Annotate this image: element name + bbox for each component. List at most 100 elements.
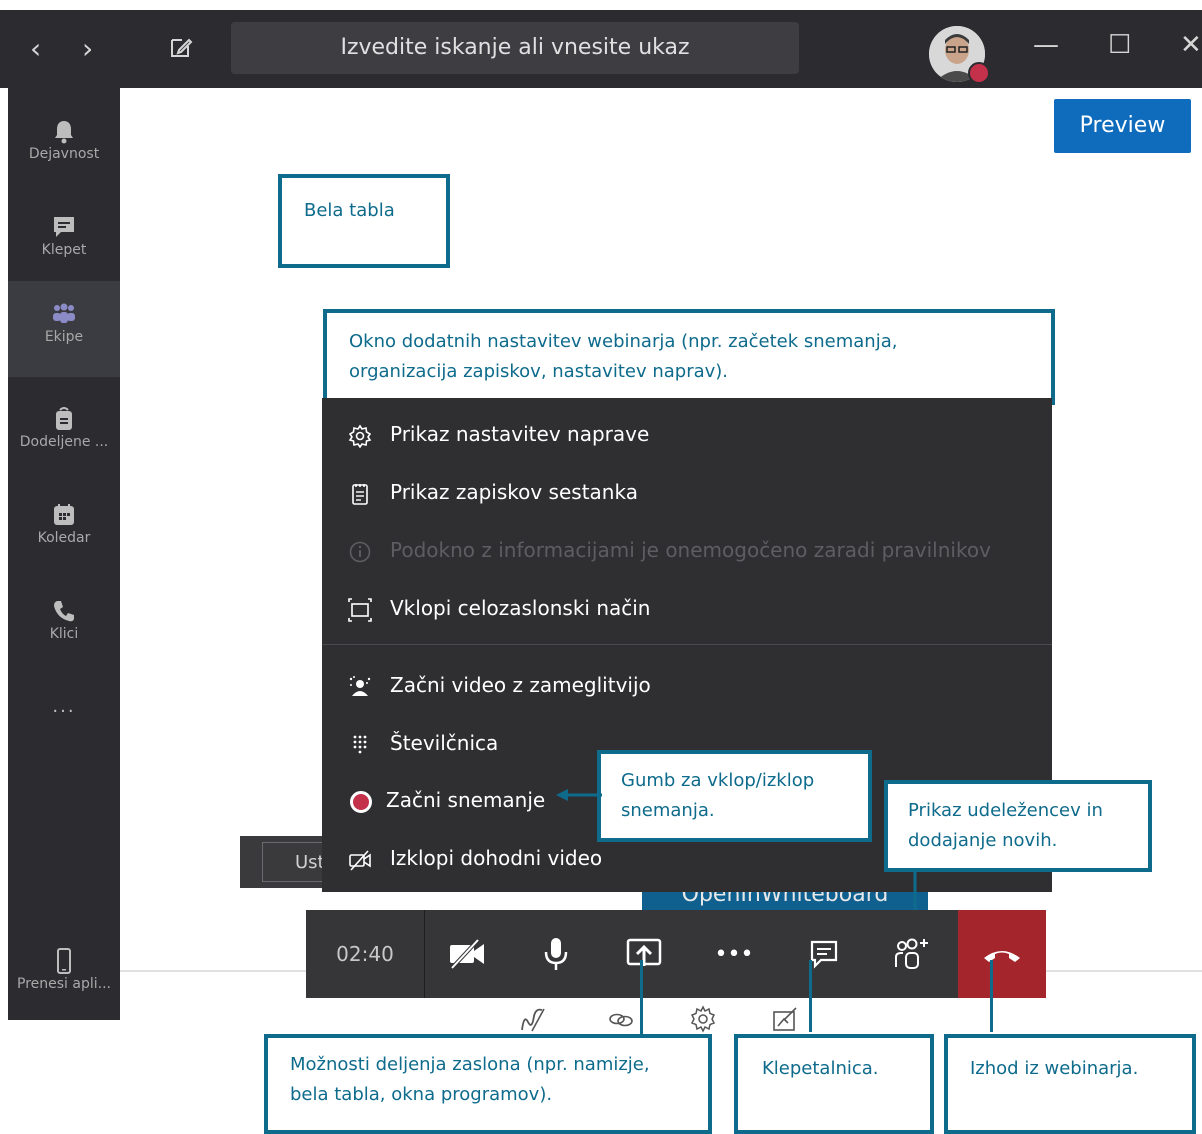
- callout-text: Gumb za vklop/izklop: [621, 770, 815, 791]
- connector-leave: [990, 960, 993, 1032]
- callout-arrow-record: [556, 789, 602, 801]
- add-participant-icon: [895, 938, 928, 969]
- export-image-icon[interactable]: [770, 1004, 800, 1034]
- info-icon: [349, 541, 371, 562]
- menu-separator: [322, 644, 1052, 645]
- microphone-icon: [544, 938, 568, 970]
- call-timer: 02:40: [306, 910, 425, 998]
- microphone-toggle-button[interactable]: [516, 910, 596, 998]
- fullscreen-icon: [348, 597, 372, 622]
- assignments-icon: [56, 407, 72, 430]
- call-controls-bar: 02:40 •••: [306, 910, 1046, 998]
- link-icon[interactable]: [606, 1004, 636, 1034]
- compose-icon[interactable]: [168, 34, 194, 60]
- camera-toggle-button[interactable]: [428, 910, 508, 998]
- preview-button[interactable]: Preview: [1054, 99, 1191, 153]
- minimize-button[interactable]: —: [1033, 30, 1059, 60]
- chat-icon: [810, 940, 838, 969]
- dialpad-icon: [353, 735, 367, 753]
- menu-item-meeting-notes[interactable]: Prikaz zapiskov sestanka: [348, 474, 638, 510]
- rail-item-teams[interactable]: Ekipe: [8, 281, 120, 377]
- rail-item-download-app[interactable]: Prenesi apli...: [8, 930, 120, 1020]
- rail-item-activity[interactable]: Dejavnost: [8, 98, 120, 194]
- rail-item-chat[interactable]: Klepet: [8, 194, 120, 290]
- blur-background-icon: [349, 675, 371, 696]
- menu-item-device-settings[interactable]: Prikaz nastavitev naprave: [348, 416, 649, 452]
- rail-item-label: Dejavnost: [28, 146, 100, 162]
- callout-participants: Prikaz udeležencev in dodajanje novih.: [884, 780, 1152, 872]
- search-input[interactable]: Izvedite iskanje ali vnesite ukaz: [231, 22, 799, 74]
- rail-item-label: Prenesi apli...: [17, 976, 111, 992]
- callout-share: Možnosti deljenja zaslona (npr. namizje,…: [264, 1034, 712, 1134]
- leave-call-button[interactable]: [958, 910, 1046, 998]
- callout-text: Okno dodatnih nastavitev webinarja (npr.…: [349, 331, 898, 352]
- callout-chat: Klepetalnica.: [734, 1034, 934, 1134]
- menu-item-incoming-video-off[interactable]: Izklopi dohodni video: [348, 840, 602, 876]
- maximize-button[interactable]: ☐: [1108, 30, 1131, 60]
- calendar-icon: [54, 504, 74, 525]
- menu-item-label: Prikaz zapiskov sestanka: [390, 480, 638, 504]
- callout-record: Gumb za vklop/izklop snemanja.: [597, 750, 872, 842]
- menu-item-label: Prikaz nastavitev naprave: [390, 422, 650, 446]
- notes-icon: [352, 483, 368, 505]
- settings-gear-icon[interactable]: [688, 1004, 718, 1034]
- app-rail: Dejavnost Klepet Ekipe Dodeljene ... Kol…: [8, 88, 120, 1020]
- menu-item-blur-video[interactable]: Začni video z zameglitvijo: [348, 667, 651, 703]
- hang-up-icon: [984, 951, 1020, 962]
- menu-item-info-pane: Podokno z informacijami je onemogočeno z…: [348, 532, 991, 568]
- rail-item-label: Klepet: [41, 242, 87, 258]
- chat-icon: [54, 217, 74, 237]
- menu-item-label: Vklopi celozaslonski način: [390, 596, 651, 620]
- menu-item-label: Začni video z zameglitvijo: [390, 673, 651, 697]
- menu-item-start-recording[interactable]: Začni snemanje: [348, 782, 545, 818]
- callout-text: bela tabla, okna programov).: [290, 1084, 553, 1105]
- share-screen-icon: [626, 938, 662, 966]
- callout-text: Možnosti deljenja zaslona (npr. namizje,: [290, 1054, 650, 1075]
- more-actions-button[interactable]: •••: [694, 910, 774, 998]
- rail-item-assignments[interactable]: Dodeljene ...: [8, 386, 120, 482]
- callout-more-options: Okno dodatnih nastavitev webinarja (npr.…: [323, 309, 1055, 405]
- menu-item-dialpad[interactable]: Številčnica: [348, 725, 498, 761]
- close-button[interactable]: ✕: [1180, 30, 1202, 60]
- callout-text: organizacija zapiskov, nastavitev naprav…: [349, 361, 729, 382]
- teams-icon: [53, 303, 75, 323]
- share-screen-button[interactable]: [604, 910, 684, 998]
- rail-item-label: Koledar: [37, 530, 91, 546]
- menu-item-label: Številčnica: [390, 731, 499, 755]
- phone-icon: [54, 601, 74, 622]
- callout-leave: Izhod iz webinarja.: [944, 1034, 1196, 1134]
- rail-item-calls[interactable]: Klici: [8, 578, 120, 674]
- callout-text: dodajanje novih.: [908, 830, 1058, 851]
- rail-item-label: Ekipe: [44, 329, 84, 345]
- menu-item-label: Podokno z informacijami je onemogočeno z…: [390, 538, 991, 562]
- whiteboard-panel-button[interactable]: Ust: [262, 842, 322, 882]
- callout-text: snemanja.: [621, 800, 715, 821]
- callout-text: Prikaz udeležencev in: [908, 800, 1103, 821]
- back-arrow-icon[interactable]: ‹: [30, 32, 41, 65]
- gear-icon: [348, 424, 372, 448]
- record-icon: [350, 790, 372, 813]
- callout-text: Izhod iz webinarja.: [970, 1058, 1139, 1079]
- forward-arrow-icon[interactable]: ›: [82, 32, 93, 65]
- title-bar: ‹ › Izvedite iskanje ali vnesite ukaz — …: [0, 10, 1202, 88]
- callout-text: Bela tabla: [304, 200, 395, 221]
- more-apps-icon[interactable]: ...: [8, 696, 120, 717]
- camera-off-icon: [450, 939, 484, 969]
- chat-button[interactable]: [784, 910, 864, 998]
- menu-item-label: Izklopi dohodni video: [390, 846, 603, 870]
- connector-share: [640, 960, 643, 1040]
- bell-icon: [55, 121, 73, 144]
- rail-item-label: Dodeljene ...: [19, 434, 109, 450]
- menu-item-label: Začni snemanje: [386, 788, 546, 812]
- video-off-icon: [349, 849, 371, 871]
- mobile-phone-icon: [57, 948, 71, 974]
- menu-item-fullscreen[interactable]: Vklopi celozaslonski način: [348, 590, 650, 626]
- rail-item-label: Klici: [49, 626, 79, 642]
- callout-whiteboard: Bela tabla: [278, 174, 450, 268]
- status-badge: [968, 62, 990, 84]
- connector-chat: [809, 960, 812, 1032]
- rail-item-calendar[interactable]: Koledar: [8, 482, 120, 578]
- pen-icon[interactable]: [518, 1004, 548, 1034]
- callout-text: Klepetalnica.: [762, 1058, 879, 1079]
- participants-button[interactable]: [872, 910, 952, 998]
